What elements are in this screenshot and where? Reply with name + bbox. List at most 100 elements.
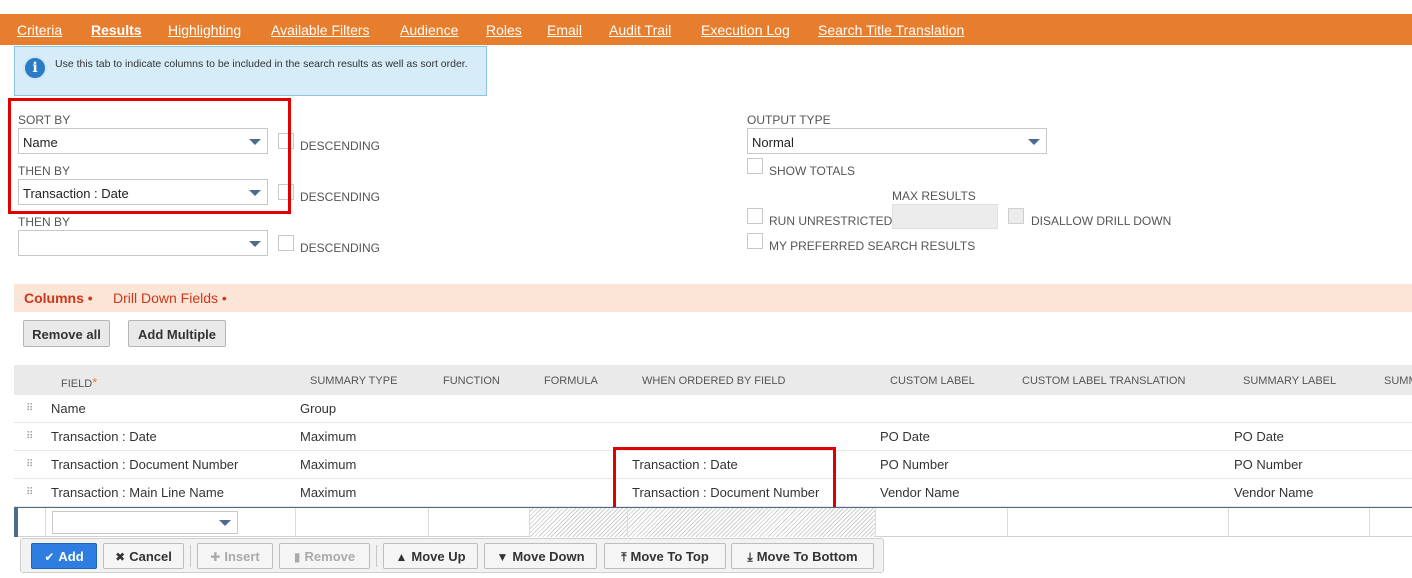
- field-select[interactable]: [52, 511, 238, 534]
- col-header-function: FUNCTION: [443, 375, 500, 387]
- insert-button[interactable]: ✚ Insert: [197, 543, 273, 569]
- cell-summary-type: Maximum: [300, 457, 357, 472]
- move-to-bottom-button-label: Move To Bottom: [756, 549, 858, 564]
- cell-summary-label: Vendor Name: [1234, 485, 1314, 500]
- info-icon: i: [23, 56, 47, 80]
- move-to-top-button[interactable]: ⤒ Move To Top: [604, 543, 726, 569]
- cell-custom-label: Vendor Name: [880, 485, 960, 500]
- col-header-field: FIELD*: [61, 375, 97, 390]
- cell-field: Name: [51, 401, 86, 416]
- info-message-text: Use this tab to indicate columns to be i…: [55, 58, 468, 70]
- cell-summary-type: Maximum: [300, 429, 357, 444]
- custom-label-cell[interactable]: [875, 508, 1007, 537]
- arrow-down-icon: ▼: [496, 550, 509, 564]
- move-down-button[interactable]: ▼ Move Down: [484, 543, 597, 569]
- show-totals-label: SHOW TOTALS: [769, 164, 856, 178]
- custom-label-translation-cell[interactable]: [1007, 508, 1228, 537]
- cell-field: Transaction : Document Number: [51, 457, 239, 472]
- row-action-bar: ✔ Add ✖ Cancel ✚ Insert ▮ Remove ▲ Move Up ▼ M…: [20, 538, 884, 573]
- remove-all-button[interactable]: Remove all: [23, 320, 110, 347]
- move-to-top-icon: ⤒: [621, 550, 627, 564]
- move-to-bottom-button[interactable]: ⤓ Move To Bottom: [731, 543, 874, 569]
- move-up-button-label: Move Up: [411, 549, 466, 564]
- subtab-drill-down-label: Drill Down Fields: [113, 290, 219, 306]
- chevron-down-icon: [219, 520, 231, 526]
- tab-criteria[interactable]: Criteria: [17, 22, 62, 38]
- highlight-box-when-ordered: [613, 447, 836, 511]
- cell-summary-label: PO Number: [1234, 457, 1303, 472]
- tab-execution-log[interactable]: Execution Log: [701, 22, 790, 38]
- toolbar-separator: [190, 545, 191, 567]
- then-by-descending-checkbox-2[interactable]: [278, 235, 294, 251]
- tab-roles[interactable]: Roles: [486, 22, 522, 38]
- disallow-drill-down-label: DISALLOW DRILL DOWN: [1031, 214, 1172, 228]
- descending-label: DESCENDING: [300, 190, 381, 204]
- drag-handle-icon[interactable]: ⠿: [26, 487, 33, 498]
- drag-handle-icon[interactable]: ⠿: [26, 459, 33, 470]
- my-preferred-checkbox[interactable]: [747, 233, 763, 249]
- disallow-drill-down-checkbox[interactable]: [1008, 208, 1024, 224]
- subtab-dot: •: [221, 290, 227, 306]
- cell-summary-label: PO Date: [1234, 429, 1284, 444]
- summ-cell[interactable]: [1369, 508, 1412, 537]
- formula-cell-disabled: [529, 508, 627, 537]
- col-header-custom-label-translation: CUSTOM LABEL TRANSLATION: [1022, 375, 1186, 387]
- drag-handle-icon[interactable]: ⠿: [26, 431, 33, 442]
- tab-audience[interactable]: Audience: [400, 22, 458, 38]
- drag-handle-icon[interactable]: ⠿: [26, 403, 33, 414]
- add-multiple-button[interactable]: Add Multiple: [128, 320, 226, 347]
- trash-icon: ▮: [293, 550, 301, 564]
- remove-button-label: Remove: [304, 549, 356, 564]
- tab-results[interactable]: Results: [91, 22, 142, 38]
- add-button-label: Add: [58, 549, 84, 564]
- descending-label: DESCENDING: [300, 241, 381, 255]
- output-type-select[interactable]: Normal: [747, 128, 1047, 154]
- edit-row-indicator: [14, 508, 18, 537]
- cell-field: Transaction : Main Line Name: [51, 485, 224, 500]
- subtab-drill-down-fields[interactable]: Drill Down Fields •: [113, 290, 227, 306]
- run-unrestricted-label: RUN UNRESTRICTED: [769, 214, 893, 228]
- subtab-bar: Columns • Drill Down Fields •: [14, 284, 1412, 312]
- show-totals-checkbox[interactable]: [747, 158, 763, 174]
- subtab-dot: •: [87, 290, 93, 306]
- subtab-columns[interactable]: Columns •: [24, 290, 93, 306]
- function-cell[interactable]: [428, 508, 529, 537]
- chevron-down-icon: [249, 241, 261, 247]
- then-by-select-2[interactable]: [18, 230, 268, 256]
- main-tab-bar: Criteria Results Highlighting Available …: [0, 14, 1412, 45]
- run-unrestricted-checkbox[interactable]: [747, 208, 763, 224]
- move-down-button-label: Move Down: [512, 549, 585, 564]
- col-header-summary-label: SUMMARY LABEL: [1243, 375, 1337, 387]
- move-to-bottom-icon: ⤓: [747, 550, 753, 564]
- summary-type-cell[interactable]: [295, 508, 428, 537]
- move-up-button[interactable]: ▲ Move Up: [383, 543, 478, 569]
- col-header-formula: FORMULA: [544, 375, 598, 387]
- tab-email[interactable]: Email: [547, 22, 582, 38]
- required-mark: *: [92, 375, 98, 390]
- output-type-value: Normal: [752, 135, 794, 150]
- field-cell: [45, 508, 295, 537]
- cancel-button-label: Cancel: [129, 549, 172, 564]
- cell-custom-label: PO Date: [880, 429, 930, 444]
- tab-search-title-translation[interactable]: Search Title Translation: [818, 22, 964, 38]
- plus-icon: ✚: [210, 550, 221, 564]
- move-to-top-button-label: Move To Top: [630, 549, 709, 564]
- table-row[interactable]: ⠿ Name Group: [14, 395, 1412, 423]
- insert-button-label: Insert: [224, 549, 260, 564]
- tab-highlighting[interactable]: Highlighting: [168, 22, 241, 38]
- col-header-when-ordered: WHEN ORDERED BY FIELD: [642, 375, 786, 387]
- tab-available-filters[interactable]: Available Filters: [271, 22, 370, 38]
- add-button[interactable]: ✔ Add: [31, 543, 97, 569]
- subtab-columns-label: Columns: [24, 290, 84, 306]
- output-type-label: OUTPUT TYPE: [747, 113, 831, 127]
- tab-audit-trail[interactable]: Audit Trail: [609, 22, 671, 38]
- then-by-label-2: THEN BY: [18, 215, 71, 229]
- my-preferred-label: MY PREFERRED SEARCH RESULTS: [769, 239, 976, 253]
- summary-label-cell[interactable]: [1228, 508, 1369, 537]
- max-results-input[interactable]: [892, 204, 998, 229]
- cell-summary-type: Group: [300, 401, 337, 416]
- col-header-custom-label: CUSTOM LABEL: [890, 375, 975, 387]
- cancel-button[interactable]: ✖ Cancel: [103, 543, 184, 569]
- remove-button[interactable]: ▮ Remove: [279, 543, 370, 569]
- max-results-label: MAX RESULTS: [892, 189, 976, 203]
